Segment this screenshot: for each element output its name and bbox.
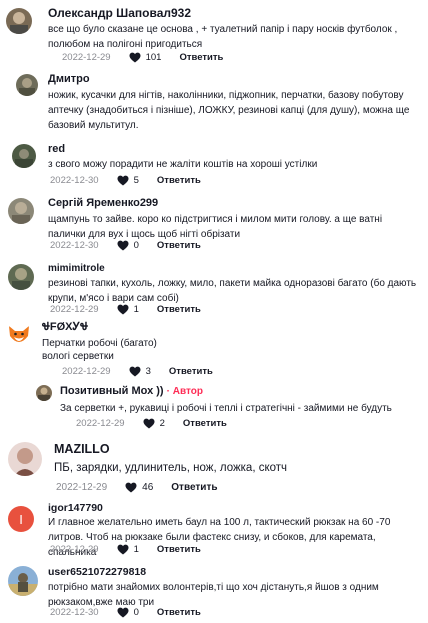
avatar[interactable] bbox=[8, 442, 42, 476]
comment-author[interactable]: Сергій Яременко299 bbox=[48, 197, 158, 209]
comment-text: з свого можу порадити не жаліти коштів н… bbox=[48, 159, 318, 170]
comment-reply: Позитивный Мох )) · Автор За серветки +,… bbox=[0, 380, 428, 432]
comment-text: щампунь то зайве. коро ко підстригтися і… bbox=[48, 214, 383, 240]
reply-button[interactable]: Ответить bbox=[183, 418, 227, 429]
comment: Сергій Яременко299 щампунь то зайве. кор… bbox=[0, 192, 428, 254]
avatar-letter[interactable]: I bbox=[8, 506, 34, 532]
comment: user6521072279818 потрібно мати знайомих… bbox=[0, 562, 428, 623]
author-name[interactable]: Позитивный Мох )) bbox=[60, 385, 164, 397]
avatar[interactable] bbox=[16, 74, 38, 96]
like-count: 1 bbox=[133, 544, 139, 555]
comment-text: потрібно мати знайомих волонтерів,ті що … bbox=[48, 582, 379, 608]
avatar[interactable] bbox=[36, 385, 52, 401]
heart-icon[interactable] bbox=[125, 482, 137, 493]
comment-meta: 2022-12-30 0 Ответить bbox=[50, 607, 201, 618]
like-count: 1 bbox=[133, 304, 139, 315]
comment-meta: 2022-12-29 1 Ответить bbox=[50, 304, 201, 315]
comment-date: 2022-12-29 bbox=[62, 366, 111, 377]
comment-meta: 2022-12-29 46 Ответить bbox=[56, 482, 218, 493]
heart-icon[interactable] bbox=[129, 366, 141, 377]
comment-meta: 2022-12-30 5 Ответить bbox=[50, 175, 201, 186]
avatar-photo bbox=[38, 387, 50, 401]
like-count: 0 bbox=[133, 607, 139, 618]
reply-button[interactable]: Ответить bbox=[169, 366, 213, 377]
reply-button[interactable]: Ответить bbox=[157, 304, 201, 315]
comment-author[interactable]: Олександр Шаповал932 bbox=[48, 6, 191, 20]
comment: MAZILLO ПБ, зарядки, удлинитель, нож, ло… bbox=[0, 436, 428, 496]
avatar[interactable] bbox=[6, 322, 32, 348]
fox-avatar-icon bbox=[9, 326, 29, 342]
heart-icon[interactable] bbox=[117, 607, 129, 618]
comment-text: ПБ, зарядки, удлинитель, нож, ложка, ско… bbox=[54, 462, 288, 474]
comment-text-line: вологі серветки bbox=[42, 351, 114, 362]
comment-text: все що було сказане це основа , + туалет… bbox=[48, 24, 398, 50]
comment-author[interactable]: red bbox=[48, 143, 65, 155]
like-count: 3 bbox=[145, 366, 151, 377]
comment-text: резинові тапки, кухоль, ложку, мило, пак… bbox=[48, 278, 417, 304]
avatar-photo bbox=[8, 573, 38, 596]
reply-button[interactable]: Ответить bbox=[157, 544, 201, 555]
comment-author[interactable]: MAZILLO bbox=[54, 442, 110, 456]
comment: I igor147790 И главное желательно иметь … bbox=[0, 498, 428, 558]
like-count: 2 bbox=[159, 418, 165, 429]
comment-author[interactable]: user6521072279818 bbox=[48, 566, 146, 578]
comment-meta: 2022-12-29 2 Ответить bbox=[76, 418, 227, 429]
comment-meta: 2022-12-29 3 Ответить bbox=[62, 366, 213, 377]
comment-date: 2022-12-29 bbox=[50, 544, 99, 555]
comment: Олександр Шаповал932 все що було сказане… bbox=[0, 0, 428, 70]
comment-date: 2022-12-30 bbox=[50, 175, 99, 186]
reply-button[interactable]: Ответить bbox=[157, 240, 201, 251]
avatar-photo bbox=[15, 149, 33, 168]
comment-author[interactable]: mimimitrole bbox=[48, 263, 105, 274]
reply-button[interactable]: Ответить bbox=[157, 175, 201, 186]
comment: ᏠFØXᎩᏠ Перчатки робочі (багато) вологі с… bbox=[0, 318, 428, 378]
heart-icon[interactable] bbox=[143, 418, 155, 429]
heart-icon[interactable] bbox=[117, 304, 129, 315]
avatar[interactable] bbox=[8, 566, 38, 596]
avatar-photo bbox=[19, 78, 35, 96]
heart-icon[interactable] bbox=[117, 544, 129, 555]
comment: Дмитро ножик, кусачки для нігтів, наколі… bbox=[0, 68, 428, 134]
avatar[interactable] bbox=[8, 198, 34, 224]
avatar-photo bbox=[14, 448, 36, 476]
reply-button[interactable]: Ответить bbox=[157, 607, 201, 618]
comment-author[interactable]: igor147790 bbox=[48, 502, 103, 514]
comment-date: 2022-12-29 bbox=[76, 418, 125, 429]
comment-text: За серветки +, рукавиці і робочі і теплі… bbox=[60, 403, 392, 414]
comment-date: 2022-12-30 bbox=[50, 240, 99, 251]
avatar-photo bbox=[10, 12, 28, 34]
heart-icon[interactable] bbox=[117, 175, 129, 186]
comment: red з свого можу порадити не жаліти кошт… bbox=[0, 136, 428, 186]
comment: mimimitrole резинові тапки, кухоль, ложк… bbox=[0, 258, 428, 320]
heart-icon[interactable] bbox=[129, 52, 141, 63]
comment-author[interactable]: ᏠFØXᎩᏠ bbox=[42, 321, 88, 334]
comment-date: 2022-12-29 bbox=[56, 482, 108, 493]
like-count: 101 bbox=[145, 52, 162, 63]
avatar-photo bbox=[12, 202, 30, 224]
comment-author[interactable]: Дмитро bbox=[48, 73, 90, 85]
reply-button[interactable]: Ответить bbox=[171, 482, 217, 493]
comment-meta: 2022-12-29 1 Ответить bbox=[50, 544, 201, 555]
avatar[interactable] bbox=[6, 8, 32, 34]
like-count: 0 bbox=[133, 240, 139, 251]
author-badge: · Автор bbox=[166, 386, 203, 397]
comment-date: 2022-12-30 bbox=[50, 607, 99, 618]
reply-button[interactable]: Ответить bbox=[179, 52, 223, 63]
like-count: 46 bbox=[142, 482, 154, 493]
comment-date: 2022-12-29 bbox=[62, 52, 111, 63]
comment-meta: 2022-12-29 101 Ответить bbox=[62, 52, 223, 63]
avatar[interactable] bbox=[12, 144, 36, 168]
avatar[interactable] bbox=[8, 264, 34, 290]
avatar-photo bbox=[12, 268, 30, 290]
heart-icon[interactable] bbox=[117, 240, 129, 251]
comment-text: ножик, кусачки для нігтів, наколінники, … bbox=[48, 90, 410, 131]
comment-author[interactable]: Позитивный Мох )) · Автор bbox=[60, 385, 203, 397]
comment-date: 2022-12-29 bbox=[50, 304, 99, 315]
like-count: 5 bbox=[133, 175, 139, 186]
comment-meta: 2022-12-30 0 Ответить bbox=[50, 240, 201, 251]
